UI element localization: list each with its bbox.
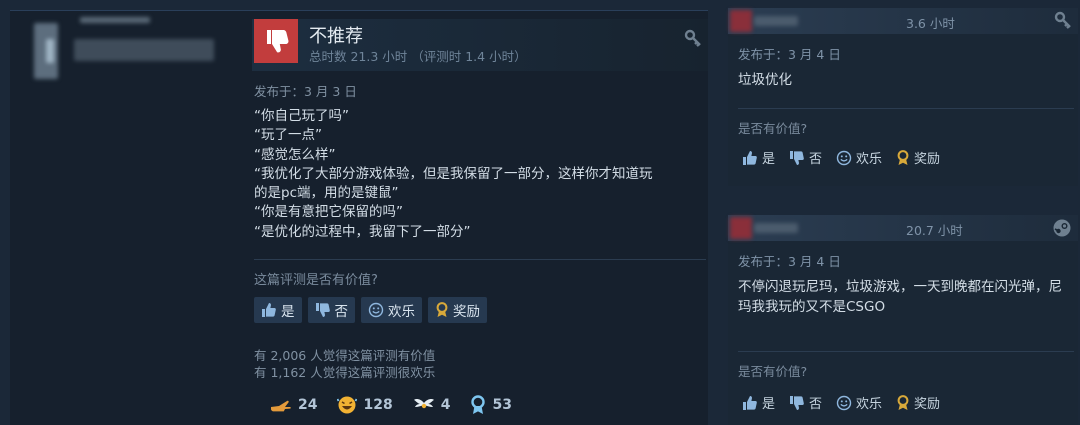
side-review-hours: 3.6 小时 xyxy=(906,16,955,31)
review-posted-date: 发布于：3 月 3 日 xyxy=(254,84,357,99)
award-label: 奖励 xyxy=(914,152,941,167)
side-review-header: 3.6 小时 xyxy=(728,8,1078,34)
award-item[interactable]: 128 xyxy=(327,391,402,419)
vote-funny-label: 欢乐 xyxy=(856,397,883,412)
award-item[interactable]: 24 xyxy=(254,391,327,419)
vote-yes-label: 是 xyxy=(762,152,776,167)
helpful-count: 有 2,006 人觉得这篇评测有价值 xyxy=(254,348,436,363)
vote-yes-button[interactable]: 是 xyxy=(742,393,775,412)
review-body-line: 的是pc端，用的是键鼠” xyxy=(254,185,399,202)
vote-buttons: 是 否 欢乐 奖励 xyxy=(254,297,487,323)
side-review-hours: 20.7 小时 xyxy=(906,223,963,238)
pointing-hand-icon xyxy=(271,400,291,412)
award-count: 128 xyxy=(363,397,393,413)
key-icon xyxy=(1054,11,1072,33)
vote-no-button[interactable]: 否 xyxy=(789,393,822,412)
award-label: 奖励 xyxy=(453,304,480,320)
vote-yes-button[interactable]: 是 xyxy=(742,148,775,167)
award-label: 奖励 xyxy=(914,397,941,412)
award-item[interactable]: 4 xyxy=(403,391,461,419)
award-button[interactable]: 奖励 xyxy=(896,393,940,412)
winged-icon xyxy=(413,399,434,409)
award-count: 53 xyxy=(492,397,512,413)
award-ribbon-icon xyxy=(897,394,909,410)
thumbs-down-icon xyxy=(315,303,330,317)
thumbs-down-icon xyxy=(254,19,298,63)
review-stats: 有 2,006 人觉得这篇评测有价值 有 1,162 人觉得这篇评测很欢乐 xyxy=(254,347,435,381)
review-body-line: “是优化的过程中，我留下了一部分” xyxy=(254,223,471,240)
review-verdict: 不推荐 xyxy=(309,26,363,47)
side-helpful-question: 是否有价值? xyxy=(738,121,808,136)
vote-no-button[interactable]: 否 xyxy=(789,148,822,167)
review-divider xyxy=(254,259,706,260)
smiley-icon xyxy=(368,302,384,318)
award-ribbon-icon xyxy=(897,149,909,165)
awards-row: 24 128 4 53 xyxy=(254,391,522,419)
vote-yes-button[interactable]: 是 xyxy=(254,297,302,323)
author-avatar-blurred[interactable] xyxy=(20,17,220,87)
side-review-card: 3.6 小时 发布于：3 月 4 日 垃圾优化 是否有价值? 是 否 欢乐 奖励 xyxy=(728,8,1078,186)
laughing-face-icon xyxy=(337,396,358,414)
thumbs-down-icon xyxy=(790,150,804,165)
vote-funny-label: 欢乐 xyxy=(388,304,415,320)
review-header: 不推荐 总时数 21.3 小时 （评测时 1.4 小时） xyxy=(252,19,708,71)
vote-no-button[interactable]: 否 xyxy=(307,297,355,323)
smiley-icon xyxy=(836,150,852,165)
award-ribbon-icon xyxy=(436,302,448,317)
review-playtime: 总时数 21.3 小时 （评测时 1.4 小时） xyxy=(309,49,527,64)
medal-icon xyxy=(471,395,486,414)
award-button[interactable]: 奖励 xyxy=(896,148,940,167)
thumbs-down-icon xyxy=(790,395,804,410)
side-review-card: 20.7 小时 发布于：3 月 4 日 不停闪退玩尼玛，垃圾游戏，一天到晚都在闪… xyxy=(728,215,1078,425)
review-body-line: “玩了一点” xyxy=(254,127,322,144)
review-body-line: “你是有意把它保留的吗” xyxy=(254,204,403,221)
steam-icon xyxy=(1052,218,1072,242)
side-author-avatar-blurred[interactable] xyxy=(730,217,752,239)
side-review-body: 不停闪退玩尼玛，垃圾游戏，一天到晚都在闪光弹，尼玛我我玩的又不是CSGO xyxy=(738,279,1062,315)
vote-funny-button[interactable]: 欢乐 xyxy=(361,297,422,323)
vote-funny-label: 欢乐 xyxy=(856,152,883,167)
vote-no-label: 否 xyxy=(809,397,823,412)
side-author-avatar-blurred[interactable] xyxy=(730,10,752,32)
side-review-divider xyxy=(738,351,1074,352)
vote-yes-label: 是 xyxy=(762,397,776,412)
vote-funny-button[interactable]: 欢乐 xyxy=(836,393,882,412)
award-item[interactable]: 53 xyxy=(460,391,521,419)
side-vote-buttons: 是 否 欢乐 奖励 xyxy=(742,148,940,167)
review-body-line: “我优化了大部分游戏体验，但是我保留了一部分，这样你才知道玩 xyxy=(254,165,653,182)
side-review-posted: 发布于：3 月 4 日 xyxy=(738,47,841,62)
award-count: 4 xyxy=(440,397,451,413)
award-count: 24 xyxy=(298,397,318,413)
side-helpful-question: 是否有价值? xyxy=(738,364,808,379)
award-button[interactable]: 奖励 xyxy=(428,297,487,323)
side-vote-buttons: 是 否 欢乐 奖励 xyxy=(742,393,940,412)
vote-yes-label: 是 xyxy=(281,304,295,320)
vote-no-label: 否 xyxy=(809,152,823,167)
helpful-question: 这篇评测是否有价值? xyxy=(254,273,378,288)
key-icon xyxy=(684,29,702,51)
vote-funny-button[interactable]: 欢乐 xyxy=(836,148,882,167)
review-body-line: “你自己玩了吗” xyxy=(254,108,349,124)
side-review-divider xyxy=(738,108,1074,109)
side-review-posted: 发布于：3 月 4 日 xyxy=(738,254,841,269)
side-review-body: 垃圾优化 xyxy=(738,72,792,88)
review-body-line: “感觉怎么样” xyxy=(254,146,336,163)
vote-no-label: 否 xyxy=(334,304,349,320)
main-review-card: 不推荐 总时数 21.3 小时 （评测时 1.4 小时） 发布于：3 月 3 日… xyxy=(10,10,708,425)
review-body: “你自己玩了吗” “玩了一点” “感觉怎么样” “我优化了大部分游戏体验，但是我… xyxy=(254,107,699,242)
funny-count: 有 1,162 人觉得这篇评测很欢乐 xyxy=(254,365,436,380)
side-review-header: 20.7 小时 xyxy=(728,215,1078,241)
thumbs-up-icon xyxy=(262,303,276,317)
thumbs-up-icon xyxy=(743,395,757,410)
thumbs-up-icon xyxy=(743,150,757,165)
smiley-icon xyxy=(836,395,852,410)
